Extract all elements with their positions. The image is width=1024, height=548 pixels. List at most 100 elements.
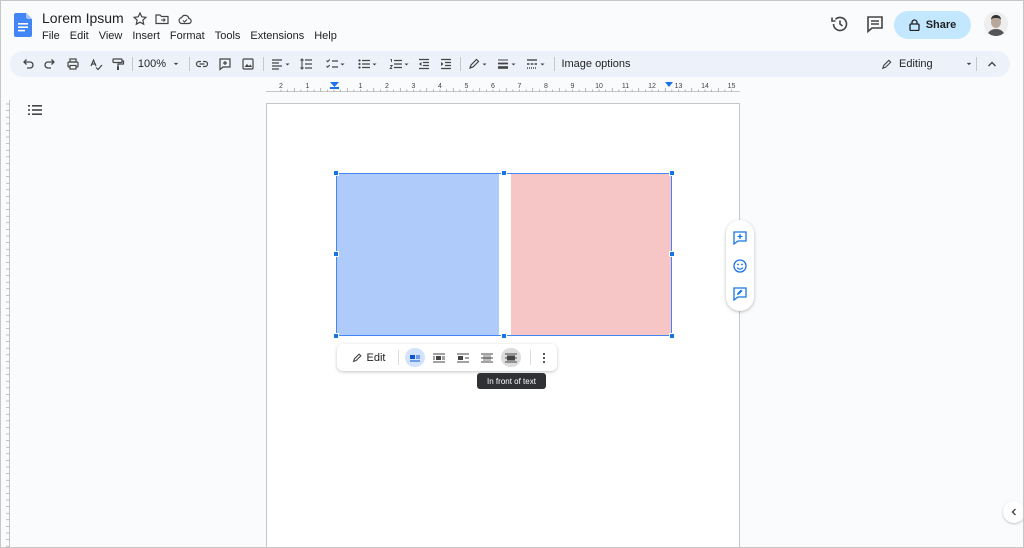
hide-menus-button[interactable] <box>984 56 1000 72</box>
add-comment-icon[interactable] <box>732 230 748 246</box>
redo-button[interactable] <box>42 56 58 72</box>
wrap-text-button[interactable] <box>429 348 449 367</box>
ruler-label: 13 <box>675 83 683 90</box>
vertical-ruler[interactable] <box>0 100 10 548</box>
formatting-toolbar: 100% Image options Editing <box>10 51 1010 77</box>
resize-handle-top-left[interactable] <box>333 170 339 176</box>
image-blue-panel <box>337 174 499 335</box>
bulleted-list-icon <box>357 59 370 69</box>
bulleted-list-button[interactable] <box>354 56 380 72</box>
print-button[interactable] <box>65 56 81 72</box>
document-outline-icon[interactable] <box>27 103 43 117</box>
menu-file[interactable]: File <box>42 30 66 42</box>
edit-image-button[interactable]: Edit <box>347 348 389 367</box>
ruler-label: 10 <box>595 83 603 90</box>
numbered-list-icon <box>388 59 402 69</box>
chevron-left-icon <box>1011 508 1016 516</box>
resize-handle-top[interactable] <box>501 170 507 176</box>
paint-format-button[interactable] <box>110 56 126 72</box>
editing-mode-select[interactable]: Editing <box>880 56 973 72</box>
toolbar-divider <box>132 57 133 71</box>
ruler-label: 12 <box>648 83 656 90</box>
chevron-down-icon <box>482 63 486 65</box>
toolbar-divider <box>263 57 264 71</box>
line-spacing-icon <box>300 58 312 70</box>
border-dash-icon <box>526 59 537 69</box>
resize-handle-top-right[interactable] <box>669 170 675 176</box>
resize-handle-bottom-left[interactable] <box>333 333 339 339</box>
decrease-indent-icon <box>419 58 429 70</box>
resize-handle-bottom-right[interactable] <box>669 333 675 339</box>
border-weight-button[interactable] <box>494 56 518 72</box>
more-options-button[interactable] <box>537 348 551 367</box>
selected-image[interactable] <box>336 173 672 336</box>
wrap-inline-button[interactable] <box>405 348 425 367</box>
decrease-indent-button[interactable] <box>416 56 432 72</box>
inline-wrap-icon <box>410 354 420 362</box>
image-options-label: Image options <box>561 58 631 70</box>
spellcheck-button[interactable] <box>88 56 104 72</box>
show-side-panel-button[interactable] <box>1003 501 1024 523</box>
zoom-select[interactable]: 100% <box>136 56 182 72</box>
editing-mode-label: Editing <box>899 58 933 70</box>
border-color-button[interactable] <box>465 56 489 72</box>
behind-text-button[interactable] <box>477 348 497 367</box>
comments-icon[interactable] <box>864 13 886 35</box>
ruler-label: 5 <box>465 83 469 90</box>
avatar[interactable] <box>984 12 1008 36</box>
align-left-icon <box>271 59 282 70</box>
insert-image-button[interactable] <box>240 56 256 72</box>
image-pink-panel <box>511 174 671 335</box>
menu-insert[interactable]: Insert <box>132 30 166 42</box>
chevron-down-icon <box>372 63 376 65</box>
menu-edit[interactable]: Edit <box>70 30 95 42</box>
cloud-status-icon[interactable] <box>177 11 193 27</box>
share-label: Share <box>925 19 957 31</box>
docs-logo-icon[interactable] <box>14 13 32 37</box>
numbered-list-button[interactable] <box>386 56 412 72</box>
menu-tools[interactable]: Tools <box>215 30 247 42</box>
suggest-edits-icon[interactable] <box>732 286 748 302</box>
line-spacing-button[interactable] <box>298 56 314 72</box>
toolbar-divider <box>976 57 977 71</box>
menu-help[interactable]: Help <box>314 30 343 42</box>
menu-extensions[interactable]: Extensions <box>250 30 310 42</box>
move-to-folder-icon[interactable] <box>154 11 170 27</box>
chevron-down-icon <box>511 63 515 65</box>
image-options-button[interactable]: Image options <box>560 56 632 72</box>
add-comment-button[interactable] <box>217 56 233 72</box>
menu-bar: File Edit View Insert Format Tools Exten… <box>42 30 347 42</box>
version-history-icon[interactable] <box>829 13 851 35</box>
star-icon[interactable] <box>132 11 148 27</box>
pencil-icon <box>468 58 479 69</box>
checklist-button[interactable] <box>322 56 348 72</box>
menu-view[interactable]: View <box>99 30 129 42</box>
chevron-down-icon <box>285 63 289 65</box>
increase-indent-button[interactable] <box>438 56 454 72</box>
share-button[interactable]: Share <box>894 11 971 39</box>
chevron-down-icon <box>540 63 544 65</box>
horizontal-ruler[interactable]: 2 1 1 2 3 4 5 6 7 8 9 10 11 12 13 14 15 <box>266 80 740 92</box>
chevron-down-icon <box>966 62 971 66</box>
ruler-label: 1 <box>359 83 363 90</box>
in-front-of-text-button[interactable] <box>501 348 521 367</box>
break-text-button[interactable] <box>453 348 473 367</box>
border-dash-button[interactable] <box>523 56 547 72</box>
link-icon <box>195 60 209 68</box>
side-actions-panel <box>726 220 754 311</box>
chevron-down-icon <box>173 62 179 66</box>
ruler-label: 14 <box>701 83 709 90</box>
document-title[interactable]: Lorem Ipsum <box>42 10 124 26</box>
menu-format[interactable]: Format <box>170 30 211 42</box>
border-weight-icon <box>497 59 508 69</box>
ruler-label: 3 <box>412 83 416 90</box>
insert-link-button[interactable] <box>194 56 210 72</box>
undo-button[interactable] <box>20 56 36 72</box>
resize-handle-bottom[interactable] <box>501 333 507 339</box>
resize-handle-left[interactable] <box>333 251 339 257</box>
emoji-reaction-icon[interactable] <box>732 258 748 274</box>
ruler-label: 15 <box>728 83 736 90</box>
align-button[interactable] <box>268 56 292 72</box>
zoom-value: 100% <box>137 58 167 70</box>
resize-handle-right[interactable] <box>669 251 675 257</box>
